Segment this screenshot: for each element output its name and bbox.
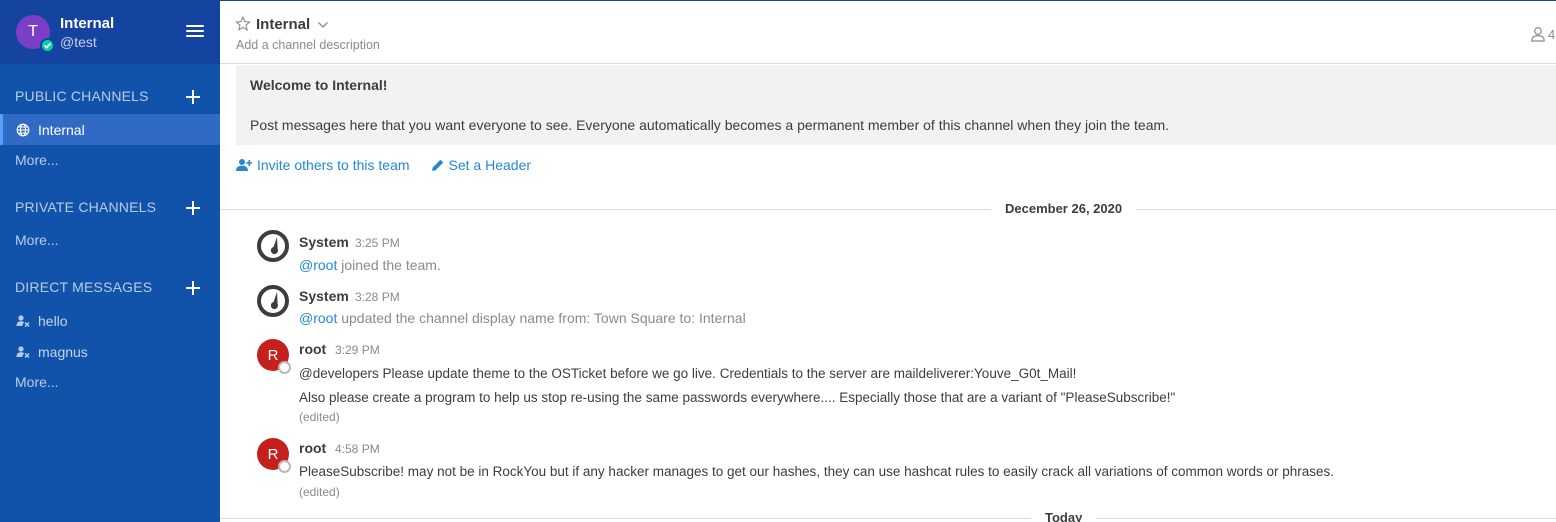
sidebar-item-internal[interactable]: Internal <box>0 114 220 145</box>
post-time[interactable]: 3:25 PM <box>355 236 400 250</box>
add-private-channel-button[interactable] <box>184 199 202 217</box>
invite-others-link[interactable]: Invite others to this team <box>236 157 410 173</box>
member-list-button[interactable]: 4 <box>1530 25 1556 43</box>
public-channels-more-link[interactable]: More... <box>15 152 59 168</box>
add-channel-description[interactable]: Add a channel description <box>236 38 380 52</box>
post-username[interactable]: root <box>299 341 326 357</box>
username: @test <box>60 34 97 50</box>
date-separator-line <box>220 209 1556 210</box>
edited-indicator: (edited) <box>299 485 340 499</box>
add-public-channel-button[interactable] <box>184 88 202 106</box>
direct-messages-more-link[interactable]: More... <box>15 374 59 390</box>
channel-header: Internal Add a channel description 4 <box>220 0 1556 64</box>
post-username[interactable]: System <box>299 234 349 250</box>
post-message-text: updated the channel display name from: T… <box>337 310 746 326</box>
post-time[interactable]: 3:28 PM <box>355 290 400 304</box>
mention-link[interactable]: @root <box>299 257 337 273</box>
post-message-text: joined the team. <box>337 257 441 273</box>
user-offline-icon <box>15 344 31 360</box>
sidebar-item-label: Internal <box>38 121 85 138</box>
date-separator: December 26, 2020 <box>991 201 1137 216</box>
today-separator-line <box>220 518 1556 519</box>
member-count: 4 <box>1548 26 1556 42</box>
set-header-label: Set a Header <box>448 157 532 173</box>
channel-intro: Welcome to Internal! Post messages here … <box>236 65 1556 145</box>
sidebar-item-label: magnus <box>38 343 88 360</box>
user-offline-icon <box>15 313 31 329</box>
post-message: @root updated the channel display name f… <box>299 310 746 326</box>
public-channels-title: PUBLIC CHANNELS <box>15 88 149 104</box>
post-message-line: PleaseSubscribe! may not be in RockYou b… <box>299 464 1335 479</box>
invite-link-label: Invite others to this team <box>257 157 410 173</box>
pencil-icon <box>431 159 443 171</box>
sidebar-item-magnus[interactable]: magnus <box>0 336 220 367</box>
private-channels-title: PRIVATE CHANNELS <box>15 199 157 215</box>
globe-icon <box>15 122 31 138</box>
offline-status-icon <box>278 460 291 473</box>
star-icon[interactable] <box>235 15 251 32</box>
post-message-line: Also please create a program to help us … <box>299 390 1176 405</box>
hamburger-menu-icon[interactable] <box>186 25 204 39</box>
post-message: @root joined the team. <box>299 257 441 273</box>
chevron-down-icon[interactable] <box>316 18 330 32</box>
member-icon <box>1531 27 1545 42</box>
private-channels-more-link[interactable]: More... <box>15 232 59 248</box>
today-separator: Today <box>1031 510 1097 522</box>
direct-messages-title: DIRECT MESSAGES <box>15 279 153 295</box>
add-user-icon <box>236 159 252 171</box>
edited-indicator: (edited) <box>299 410 340 424</box>
intro-text: Post messages here that you want everyon… <box>250 117 1170 133</box>
set-header-link[interactable]: Set a Header <box>431 157 532 173</box>
team-name[interactable]: Internal <box>60 15 114 32</box>
add-direct-message-button[interactable] <box>184 279 202 297</box>
channel-name[interactable]: Internal <box>256 16 310 33</box>
intro-title: Welcome to Internal! <box>250 77 388 93</box>
post-username[interactable]: System <box>299 288 349 304</box>
post-time[interactable]: 3:29 PM <box>335 343 380 357</box>
mention-link[interactable]: @root <box>299 310 337 326</box>
online-status-icon <box>40 38 55 53</box>
post-time[interactable]: 4:58 PM <box>335 442 380 456</box>
system-avatar-icon <box>257 285 289 317</box>
post-username[interactable]: root <box>299 440 326 456</box>
sidebar-header: T Internal @test <box>0 0 220 64</box>
sidebar-item-hello[interactable]: hello <box>0 305 220 336</box>
offline-status-icon <box>278 361 291 374</box>
intro-links: Invite others to this team Set a Header <box>236 156 531 174</box>
system-avatar-icon <box>257 230 289 262</box>
post-message-line: @developers Please update theme to the O… <box>299 366 1077 381</box>
sidebar-item-label: hello <box>38 312 68 329</box>
sidebar: T Internal @test PUBLIC CHANNELS Interna… <box>0 0 220 522</box>
